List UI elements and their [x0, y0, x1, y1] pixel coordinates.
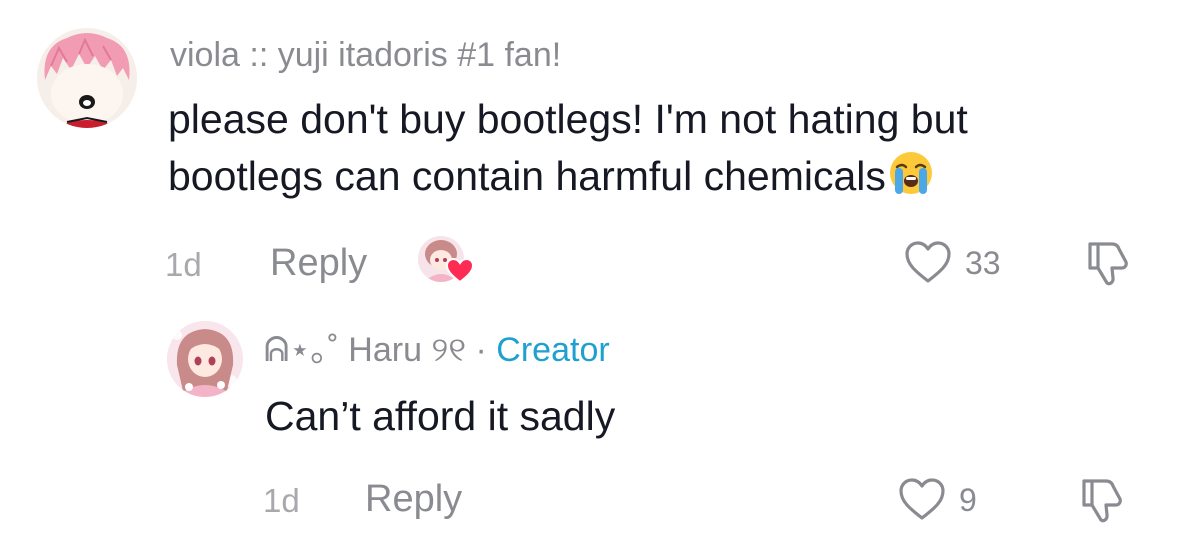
- thumbs-down-icon: [1088, 242, 1128, 286]
- loudly-crying-face-icon: [888, 150, 934, 196]
- like-count: 33: [965, 245, 1001, 281]
- like-button[interactable]: [903, 239, 953, 285]
- commenter-username[interactable]: viola :: yuji itadoris #1 fan!: [170, 38, 561, 72]
- liked-heart-icon: [446, 258, 474, 284]
- creator-avatar[interactable]: [167, 321, 243, 397]
- reply-dislike-button[interactable]: [1076, 475, 1128, 525]
- reply-like-button[interactable]: [897, 476, 947, 522]
- creator-badge: Creator: [496, 331, 610, 369]
- heart-outline-icon: [905, 241, 951, 283]
- comment-text: please don't buy bootlegs! I'm not hatin…: [168, 91, 1128, 205]
- reply-like-count: 9: [959, 482, 977, 518]
- comment-body: please don't buy bootlegs! I'm not hatin…: [168, 96, 968, 199]
- reply-reply-button[interactable]: Reply: [365, 480, 462, 518]
- creator-liked-indicator: [418, 236, 474, 288]
- dislike-button[interactable]: [1082, 238, 1134, 288]
- heart-outline-icon: [899, 478, 945, 520]
- username-separator: ·: [466, 331, 497, 369]
- reply-text: Can’t afford it sadly: [265, 393, 616, 439]
- commenter-avatar[interactable]: [37, 28, 137, 128]
- reply-button[interactable]: Reply: [270, 244, 367, 282]
- comment-timestamp: 1d: [165, 246, 202, 283]
- reply-username-line[interactable]: ᕱ⋆｡˚ Haru ୨୧ · Creator: [264, 333, 610, 367]
- thumbs-down-icon: [1082, 479, 1122, 523]
- reply-timestamp: 1d: [263, 482, 300, 519]
- reply-username: ᕱ⋆｡˚ Haru ୨୧: [264, 331, 467, 369]
